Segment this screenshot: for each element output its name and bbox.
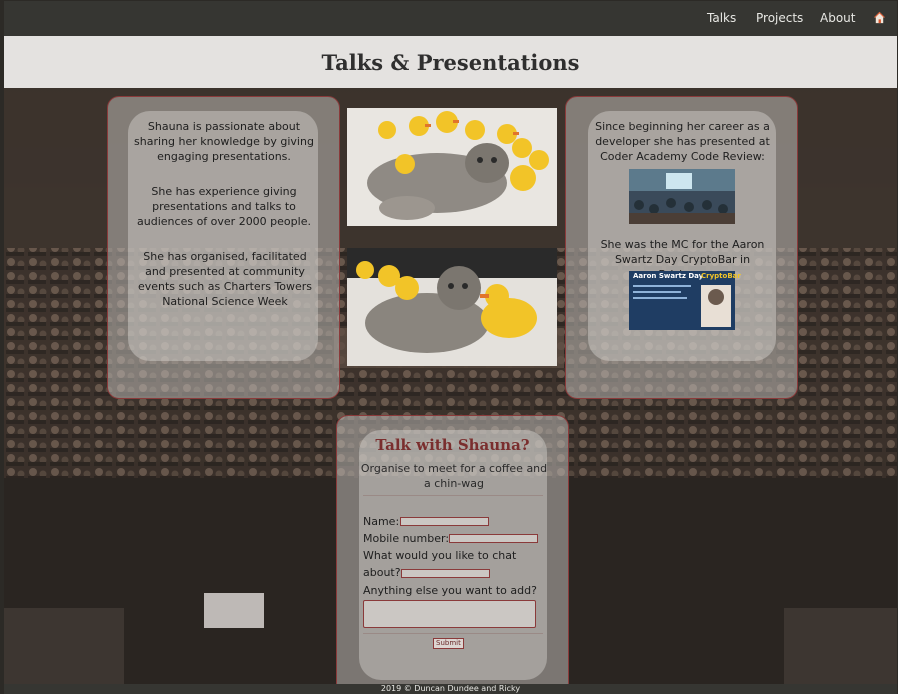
code-review-image: [629, 169, 735, 224]
name-label: Name:: [363, 515, 400, 528]
background-audience-image: Shauna is passionate about sharing her k…: [4, 88, 897, 684]
mobile-label: Mobile number:: [363, 532, 450, 545]
poster-title: Aaron Swartz Day: [633, 272, 704, 280]
intro-card: Shauna is passionate about sharing her k…: [107, 96, 340, 399]
chat-label-line2: about?: [363, 566, 401, 579]
mobile-field[interactable]: [449, 534, 538, 543]
extra-label: Anything else you want to add?: [363, 584, 537, 597]
chat-label-line1: What would you like to chat: [363, 549, 517, 562]
extra-info-textarea[interactable]: [363, 600, 536, 628]
footer-copyright: 2019 © Duncan Dundee and Ricky: [380, 684, 521, 693]
cryptobar-poster: Aaron Swartz Day CryptoBar: [629, 271, 741, 330]
contact-title: Talk with Shauna?: [375, 436, 530, 454]
home-icon[interactable]: [873, 11, 886, 24]
intro-paragraph-2: She has experience giving presentations …: [137, 185, 311, 228]
nav-link-projects[interactable]: Projects: [756, 11, 803, 25]
contact-card: Talk with Shauna? Organise to meet for a…: [336, 415, 569, 684]
name-field[interactable]: [400, 517, 489, 526]
code-review-photo: [629, 169, 735, 224]
nav-link-about[interactable]: About: [820, 11, 855, 25]
cat-with-ducks-photo-1: [347, 108, 557, 226]
page-footer: 2019 © Duncan Dundee and Ricky: [4, 684, 897, 694]
poster-badge: CryptoBar: [701, 272, 741, 280]
cat-with-ducks-image-2: [347, 248, 557, 366]
chat-topic-field[interactable]: [401, 569, 490, 578]
nav-link-talks[interactable]: Talks: [707, 11, 736, 25]
top-navbar: Talks Projects About: [4, 1, 897, 36]
contact-subtitle: Organise to meet for a coffee and a chin…: [360, 462, 548, 490]
page-header: Talks & Presentations: [4, 36, 897, 88]
intro-paragraph-1: Shauna is passionate about sharing her k…: [134, 120, 314, 163]
cat-with-ducks-photo-2: [347, 248, 557, 366]
form-divider-top: [363, 495, 543, 496]
experience-card: Since beginning her career as a develope…: [565, 96, 798, 399]
submit-button[interactable]: Submit: [433, 638, 464, 649]
cat-with-ducks-image-1: [347, 108, 557, 226]
page-title: Talks & Presentations: [321, 50, 580, 75]
intro-paragraph-3: She has organised, facilitated and prese…: [137, 250, 313, 308]
form-divider-bottom: [363, 633, 543, 634]
experience-paragraph-1: Since beginning her career as a develope…: [595, 120, 770, 163]
